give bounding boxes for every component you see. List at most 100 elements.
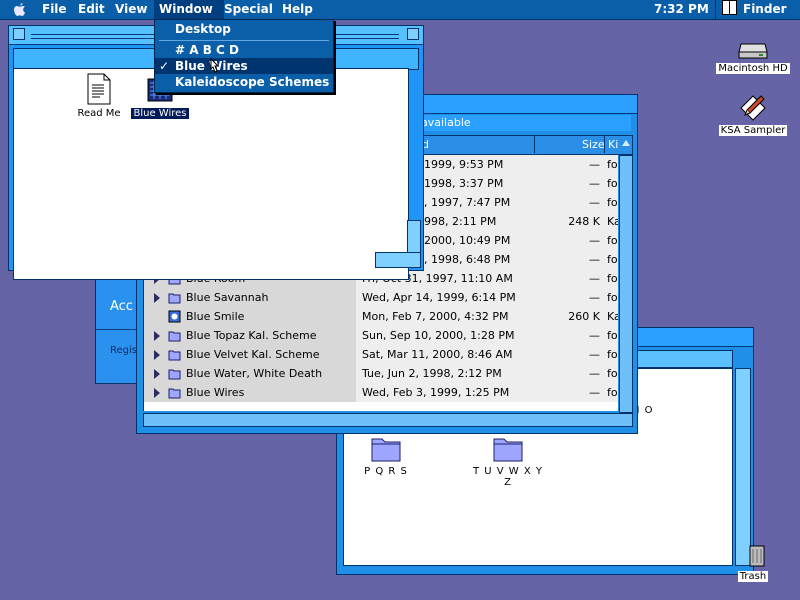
menu-window[interactable]: Window [154, 0, 224, 19]
kind-cell: fol [604, 326, 618, 345]
disclosure-triangle-icon[interactable] [154, 293, 160, 303]
menu-special[interactable]: Special [219, 0, 278, 19]
name-cell: Blue Wires [144, 383, 356, 402]
folder-icon [371, 438, 401, 462]
folder-icon [168, 331, 181, 342]
front-window-scrollbar[interactable] [407, 220, 421, 256]
disclosure-triangle-icon[interactable] [154, 331, 160, 341]
folder-label: T U V W X Y Z [472, 466, 543, 488]
name-cell: Blue Velvet Kal. Scheme [144, 345, 356, 364]
date-cell: 2000, 10:49 PM [424, 231, 552, 250]
menu-item-abcd[interactable]: # A B C D [155, 42, 333, 58]
desktop-trash[interactable]: Trash [728, 544, 778, 582]
folder-pqrs[interactable]: P Q R S [356, 433, 416, 477]
date-cell: Tue, Jun 2, 1998, 2:12 PM [356, 364, 552, 383]
date-cell: , 1997, 7:47 PM [424, 193, 552, 212]
front-window-content: Read Me Blue Wires [13, 68, 409, 280]
column-divider [604, 135, 605, 153]
table-row[interactable]: Blue Savannah Wed, Apr 14, 1999, 6:14 PM —… [144, 288, 618, 308]
back-window-scrollbar[interactable] [735, 368, 751, 566]
file-label-selected: Blue Wires [131, 108, 189, 119]
file-name: Blue Smile [186, 310, 245, 323]
size-cell: — [552, 364, 604, 383]
table-row[interactable]: Blue Water, White Death Tue, Jun 2, 1998,… [144, 364, 618, 384]
folder-tuvwxyz[interactable]: T U V W X Y Z [468, 433, 548, 488]
close-box-icon[interactable] [13, 28, 25, 40]
column-divider [534, 135, 535, 153]
kind-cell: fol [604, 345, 618, 364]
menu-view[interactable]: View [110, 0, 152, 19]
date-cell: , 1998, 6:48 PM [424, 250, 552, 269]
list-vertical-scrollbar[interactable] [619, 155, 633, 413]
file-name: Blue Velvet Kal. Scheme [186, 348, 320, 361]
application-name: Finder [743, 2, 787, 16]
disk-available-text: available [421, 116, 471, 129]
size-cell: — [552, 288, 604, 307]
date-cell: 998, 2:11 PM [424, 212, 552, 231]
finder-icon [722, 0, 737, 15]
folder-icon [168, 293, 181, 304]
hard-drive-icon [738, 43, 768, 59]
list-horizontal-scrollbar[interactable] [143, 413, 633, 427]
pen-document-icon [740, 95, 766, 121]
size-cell: — [552, 155, 604, 174]
sort-direction-icon[interactable] [622, 140, 630, 146]
size-cell: — [552, 193, 604, 212]
document-icon [87, 73, 111, 105]
menu-edit[interactable]: Edit [73, 0, 110, 19]
desktop-icon-label: Trash [737, 571, 769, 582]
table-row[interactable]: Blue Smile Mon, Feb 7, 2000, 4:32 PM 260 K… [144, 307, 618, 327]
table-row[interactable]: Blue Wires Wed, Feb 3, 1999, 1:25 PM—fol [144, 383, 618, 403]
kind-cell: fol [604, 288, 618, 307]
name-cell: Blue Water, White Death [144, 364, 356, 383]
disclosure-triangle-icon[interactable] [154, 388, 160, 398]
kind-cell: fol [604, 383, 618, 402]
checkmark-icon: ✓ [159, 59, 170, 73]
name-cell: Blue Savannah [144, 288, 356, 307]
desktop-icon-label: KSA Sampler [718, 125, 788, 136]
kind-cell: fol [604, 155, 618, 174]
date-cell: 1999, 9:53 PM [424, 155, 552, 174]
size-cell: — [552, 383, 604, 402]
menu-item-blue-wires[interactable]: ✓ Blue Wires [155, 58, 333, 74]
name-cell: Blue Topaz Kal. Scheme [144, 326, 356, 345]
column-header-size[interactable]: Size [582, 138, 605, 151]
size-cell: 248 K [552, 212, 604, 231]
table-row[interactable]: Blue Topaz Kal. Scheme Sun, Sep 10, 2000,… [144, 326, 618, 346]
file-name: Blue Topaz Kal. Scheme [186, 329, 317, 342]
file-read-me[interactable]: Read Me [72, 73, 126, 119]
trash-icon [749, 545, 765, 567]
menu-item-desktop[interactable]: Desktop [155, 21, 333, 37]
table-row[interactable]: Blue Velvet Kal. Scheme Sat, Mar 11, 2000… [144, 345, 618, 365]
menu-help[interactable]: Help [277, 0, 318, 19]
kind-cell: fol [604, 364, 618, 383]
menu-item-kaleidoscope-schemes[interactable]: Kaleidoscope Schemes [155, 74, 333, 90]
column-header-kind[interactable]: Ki [608, 138, 618, 151]
menu-file[interactable]: File [37, 0, 72, 19]
date-cell: Mon, Feb 7, 2000, 4:32 PM [356, 307, 552, 326]
size-cell: — [552, 345, 604, 364]
file-name: Blue Water, White Death [186, 367, 323, 380]
desktop-ksa-sampler[interactable]: KSA Sampler [716, 92, 790, 136]
kind-cell: fol [604, 231, 618, 250]
folder-icon [168, 388, 181, 399]
disclosure-triangle-icon[interactable] [154, 350, 160, 360]
size-cell: — [552, 174, 604, 193]
zoom-box-icon[interactable] [407, 28, 419, 40]
folder-label: P Q R S [364, 466, 408, 477]
desktop-icon-label: Macintosh HD [716, 63, 790, 74]
kind-cell: Ka [604, 212, 618, 231]
registration-text: Acc [110, 299, 133, 314]
disclosure-triangle-icon[interactable] [154, 369, 160, 379]
apple-menu-icon[interactable] [12, 2, 28, 17]
date-cell: Wed, Apr 14, 1999, 6:14 PM [356, 288, 552, 307]
window-menu-dropdown: Desktop # A B C D ✓ Blue Wires Kaleidosc… [154, 19, 334, 93]
size-cell: — [552, 250, 604, 269]
folder-icon [493, 438, 523, 462]
application-menu[interactable]: Finder [715, 0, 800, 19]
date-cell: Sat, Mar 11, 2000, 8:46 AM [356, 345, 552, 364]
desktop-macintosh-hd[interactable]: Macintosh HD [716, 40, 790, 74]
front-window-resize-box[interactable] [375, 252, 421, 268]
menu-clock[interactable]: 7:32 PM [654, 0, 709, 19]
size-cell: — [552, 269, 604, 288]
